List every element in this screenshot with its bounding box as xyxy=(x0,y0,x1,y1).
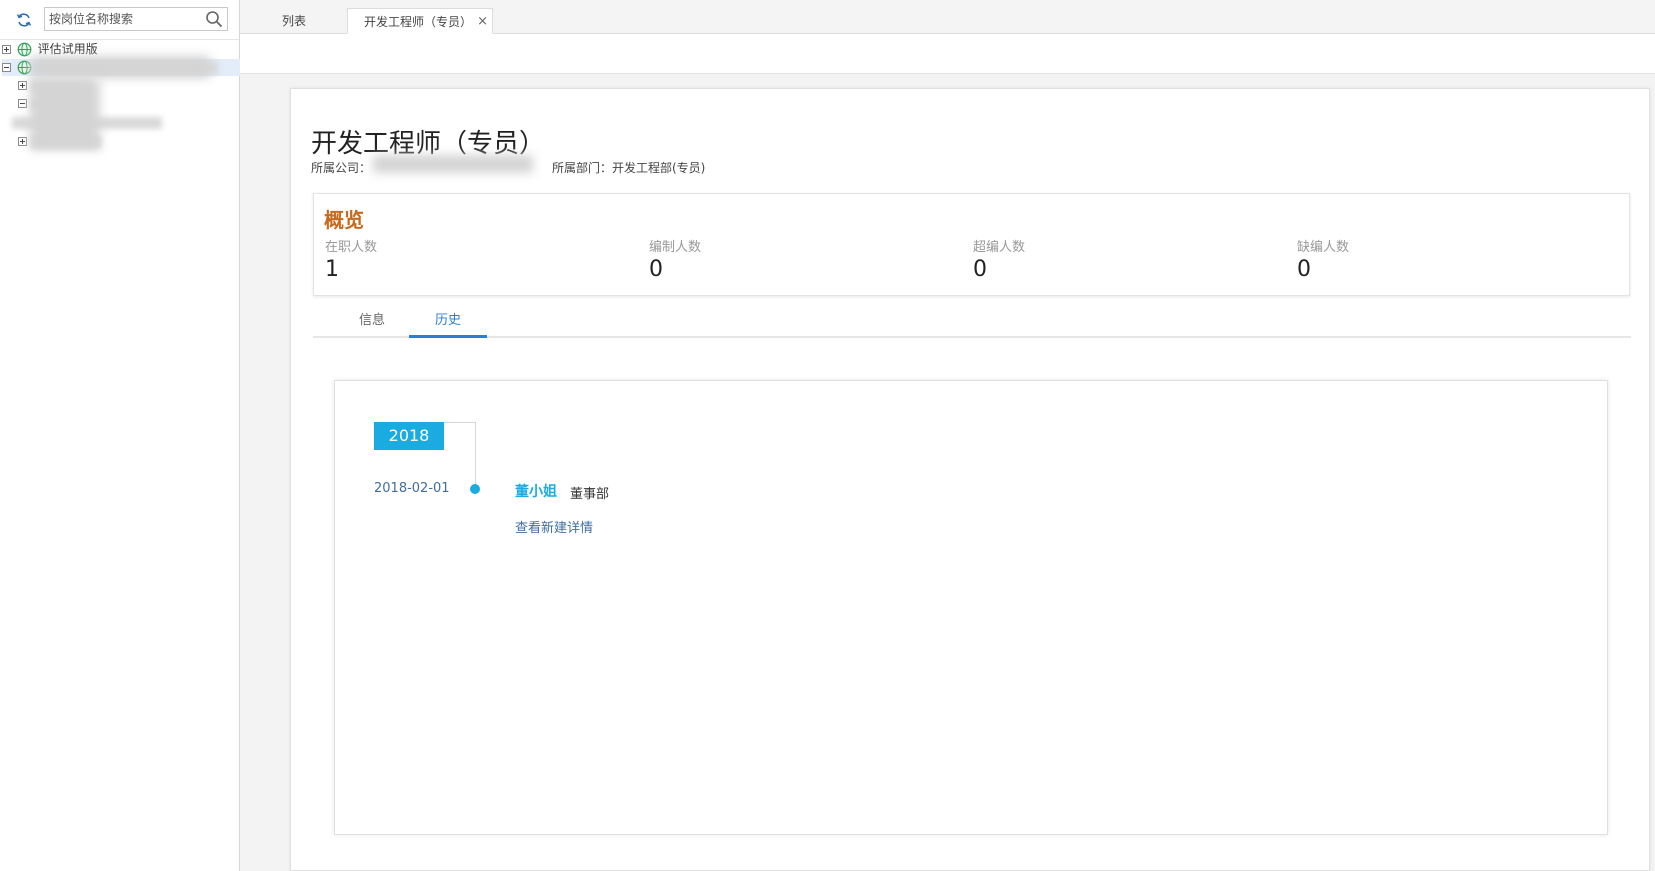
year-badge: 2018 xyxy=(374,422,444,450)
expand-toggle-icon[interactable] xyxy=(18,137,27,146)
detail-tabs: 信息 历史 xyxy=(313,307,1631,338)
expand-toggle-icon[interactable] xyxy=(18,81,27,90)
overview-title: 概览 xyxy=(324,208,364,232)
tab-label: 列表 xyxy=(282,14,307,28)
tree-search-bar xyxy=(0,0,239,40)
stat-label: 缺编人数 xyxy=(1297,240,1350,255)
stat-value: 0 xyxy=(1297,257,1311,282)
timeline-date: 2018-02-01 xyxy=(374,481,450,496)
tab-label: 开发工程师（专员） xyxy=(364,15,473,29)
tab-list[interactable]: 列表 xyxy=(282,8,306,34)
view-creation-detail-link[interactable]: 查看新建详情 xyxy=(515,517,593,536)
timeline-dot xyxy=(470,484,480,494)
tab-history[interactable]: 历史 xyxy=(409,307,487,338)
refresh-icon[interactable] xyxy=(16,12,32,28)
expand-toggle-icon[interactable] xyxy=(2,45,11,54)
redaction-blur xyxy=(30,56,210,78)
timeline-connector xyxy=(444,422,476,423)
stat-vacancy: 缺编人数 0 xyxy=(1297,236,1349,282)
position-search-box xyxy=(44,7,228,31)
history-timeline-panel: 2018 2018-02-01 董小姐 董事部 查看新建详情 xyxy=(334,380,1608,835)
position-detail-card: 开发工程师（专员） 所属公司： 所属部门：开发工程部(专员) 概览 在职人数 1… xyxy=(290,88,1650,871)
search-icon[interactable] xyxy=(205,10,223,28)
stat-over-establishment: 超编人数 0 xyxy=(973,236,1025,282)
stat-label: 编制人数 xyxy=(649,240,702,255)
collapse-toggle-icon[interactable] xyxy=(2,63,11,72)
tab-bar: 列表 开发工程师（专员） × xyxy=(240,0,1655,34)
redaction-blur xyxy=(30,80,100,150)
stat-value: 1 xyxy=(325,257,339,282)
timeline-line xyxy=(475,422,476,486)
redacted-company-value xyxy=(373,155,533,173)
globe-icon xyxy=(17,42,32,57)
company-label: 所属公司： xyxy=(311,161,372,175)
tree-node-label: 评估试用版 xyxy=(37,42,98,56)
stat-value: 0 xyxy=(649,257,663,282)
overview-panel: 概览 在职人数 1 编制人数 0 超编人数 0 缺编人数 0 xyxy=(313,193,1630,296)
timeline-department: 董事部 xyxy=(570,487,610,502)
tab-info[interactable]: 信息 xyxy=(333,307,411,338)
position-search-input[interactable] xyxy=(45,8,195,30)
stat-establishment: 编制人数 0 xyxy=(649,236,701,282)
stat-label: 在职人数 xyxy=(325,240,378,255)
close-icon[interactable]: × xyxy=(477,9,488,35)
stat-label: 超编人数 xyxy=(973,240,1026,255)
tab-position-detail[interactable]: 开发工程师（专员） × xyxy=(347,8,494,35)
collapse-toggle-icon[interactable] xyxy=(18,99,27,108)
department-label: 所属部门：开发工程部(专员) xyxy=(552,161,706,175)
stat-value: 0 xyxy=(973,257,987,282)
stat-employed: 在职人数 1 xyxy=(325,236,377,282)
toolbar-strip xyxy=(240,34,1655,74)
org-tree-panel: 评估试用版 xyxy=(0,0,240,871)
timeline-person-link[interactable]: 董小姐 xyxy=(515,481,557,501)
